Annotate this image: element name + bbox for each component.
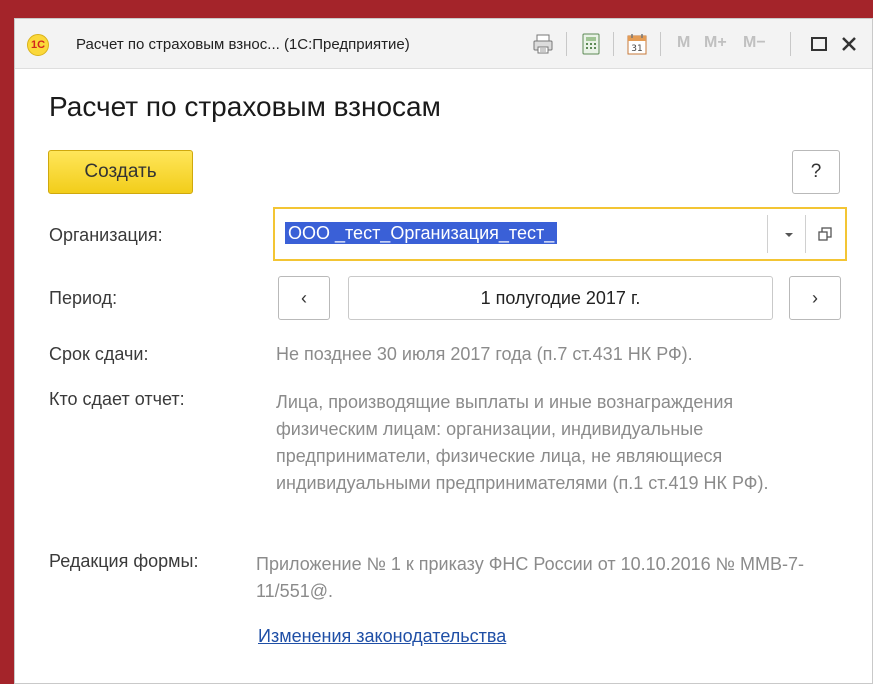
who-submits-label: Кто сдает отчет:	[49, 389, 185, 409]
period-field[interactable]: 1 полугодие 2017 г.	[348, 276, 773, 320]
toolbar-separator	[613, 32, 614, 56]
form-edition-label: Редакция формы:	[49, 551, 199, 571]
maximize-icon[interactable]	[807, 32, 831, 56]
organization-value[interactable]: ООО _тест_Организация_тест_	[285, 222, 558, 244]
deadline-value: Не позднее 30 июля 2017 года (п.7 ст.431…	[276, 344, 693, 364]
page-title: Расчет по страховым взносам	[49, 91, 441, 122]
period-label: Период:	[49, 288, 118, 308]
calendar-day-text: 31	[631, 44, 642, 54]
toolbar-separator	[790, 32, 791, 56]
previous-period-button[interactable]: ‹	[278, 276, 330, 320]
title-bar: 1С Расчет по страховым взнос... (1С:Пред…	[15, 19, 872, 69]
memory-plus-button[interactable]: M+	[704, 34, 727, 52]
toolbar-separator	[660, 32, 661, 56]
window-title: Расчет по страховым взнос... (1С:Предпри…	[76, 36, 410, 53]
dropdown-arrow-icon[interactable]	[779, 223, 799, 245]
form-window: 1С Расчет по страховым взнос... (1С:Пред…	[14, 18, 873, 684]
toolbar-separator	[566, 32, 567, 56]
memory-button[interactable]: M	[677, 34, 690, 52]
legislation-changes-link[interactable]: Изменения законодательства	[258, 626, 506, 647]
memory-minus-button[interactable]: M−	[743, 34, 766, 52]
frame-edge	[873, 0, 878, 684]
next-period-button[interactable]: ›	[789, 276, 841, 320]
help-button[interactable]: ?	[792, 150, 840, 194]
field-separator	[805, 215, 806, 253]
who-submits-value: Лица, производящие выплаты и иные вознаг…	[276, 392, 769, 493]
organization-field[interactable]: ООО _тест_Организация_тест_	[273, 207, 847, 261]
calculator-icon[interactable]	[579, 32, 603, 56]
field-separator	[767, 215, 768, 253]
close-icon[interactable]	[837, 32, 861, 56]
create-button[interactable]: Создать	[48, 150, 193, 194]
open-item-icon[interactable]	[815, 223, 835, 245]
deadline-label: Срок сдачи:	[49, 344, 149, 364]
calendar-icon[interactable]: 31	[625, 32, 649, 56]
printer-icon[interactable]	[531, 32, 555, 56]
form-edition-value: Приложение № 1 к приказу ФНС России от 1…	[256, 554, 804, 601]
organization-label: Организация:	[49, 225, 163, 245]
app-logo-icon: 1С	[27, 34, 49, 56]
